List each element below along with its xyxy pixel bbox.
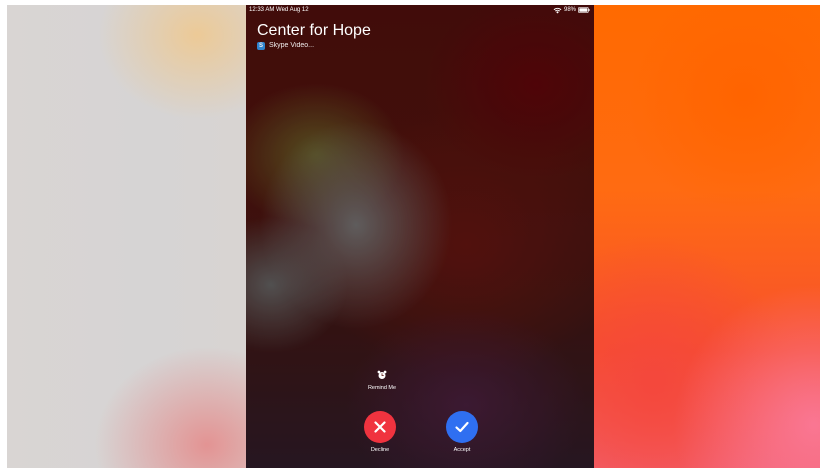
screen: 12:33 AM Wed Aug 12 98% Center for Hope … [7,5,820,468]
left-wallpaper-panel [7,5,246,468]
decline-label: Decline [370,447,390,453]
right-wallpaper-panel [594,5,820,468]
x-icon [374,421,386,433]
caller-app: S Skype Video... [257,41,371,51]
decline-button[interactable] [364,411,396,443]
accept-button[interactable] [446,411,478,443]
alarm-clock-icon [377,370,387,379]
incoming-call-screen: 12:33 AM Wed Aug 12 98% Center for Hope … [246,5,594,468]
remind-me-button[interactable]: Remind Me [362,370,402,392]
status-time-date: 12:33 AM Wed Aug 12 [249,7,309,13]
remind-me-label: Remind Me [367,385,397,391]
caller-app-label: Skype Video... [269,42,315,49]
battery-percent: 98% [563,7,576,13]
skype-icon: S [257,42,265,50]
status-indicators: 98% [553,5,590,15]
caller-info: Center for Hope S Skype Video... [257,21,371,51]
caller-name: Center for Hope [257,22,371,39]
accept-label: Accept [453,447,471,453]
wifi-icon [553,7,562,13]
battery-icon [578,7,590,13]
checkmark-icon [455,421,469,433]
status-bar: 12:33 AM Wed Aug 12 98% [246,5,594,15]
decline-action: Decline [360,411,400,454]
accept-action: Accept [442,411,482,454]
